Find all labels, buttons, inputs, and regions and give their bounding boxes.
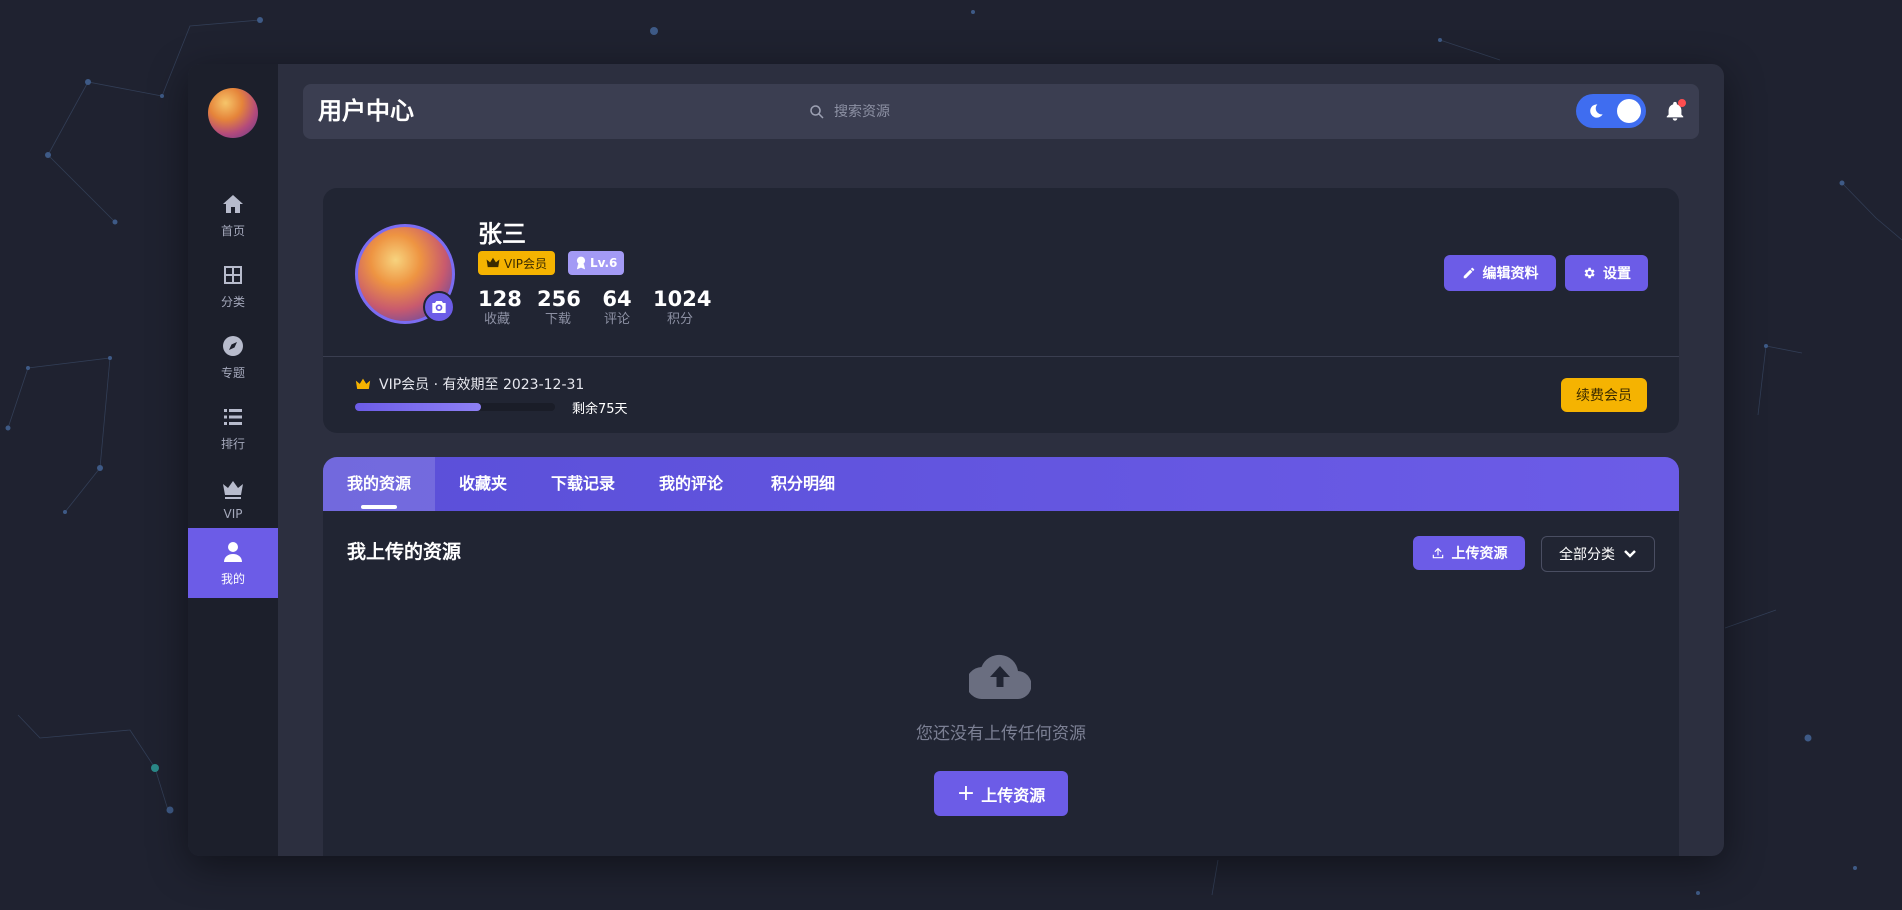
home-icon: [223, 194, 243, 213]
stat-points[interactable]: 1024 积分: [653, 287, 712, 329]
sidebar-item-mine[interactable]: 我的: [188, 528, 278, 598]
profile-card: 张三 VIP会员 Lv.6 128 收藏 256 下载 64 评论 1024 积…: [323, 188, 1679, 433]
upload-icon: [1432, 547, 1443, 559]
sidebar-item-vip[interactable]: VIP: [188, 464, 278, 534]
vip-progress-bar: [355, 403, 555, 411]
sidebar-item-label: VIP: [223, 507, 243, 521]
vip-status-text: VIP会员 · 有效期至 2023-12-31: [379, 377, 585, 393]
crown-icon: [486, 257, 500, 268]
stat-comments[interactable]: 64 评论: [599, 287, 635, 329]
app-window: 首页 分类 专题 排行 VIP 我的 用户中心 搜索资源 张三 VIP会员 Lv…: [188, 64, 1724, 856]
sidebar-avatar[interactable]: [208, 88, 258, 138]
stat-label: 积分: [666, 312, 693, 327]
tab-label: 下载记录: [550, 474, 615, 493]
medal-icon: [576, 256, 586, 270]
compass-icon: [223, 335, 243, 356]
stat-label: 评论: [603, 312, 630, 327]
tab-label: 我的资源: [346, 474, 411, 493]
plus-icon: +: [956, 780, 976, 806]
edit-profile-label: 编辑资料: [1482, 266, 1539, 282]
stat-downloads[interactable]: 256 下载: [537, 287, 581, 329]
divider: [323, 356, 1679, 357]
theme-toggle[interactable]: [1576, 94, 1646, 128]
section-title: 我上传的资源: [347, 541, 462, 563]
tab-comments[interactable]: 我的评论: [635, 457, 747, 511]
stat-favorites[interactable]: 128 收藏: [478, 287, 522, 329]
stat-value: 128: [478, 287, 522, 311]
sidebar-item-home[interactable]: 首页: [188, 180, 278, 250]
list-icon: [224, 408, 242, 425]
vip-remaining: 剩余75天: [572, 402, 628, 417]
edit-icon: [1463, 267, 1474, 279]
stat-label: 收藏: [483, 312, 510, 327]
vip-badge: VIP会员: [478, 251, 555, 275]
tab-label: 积分明细: [770, 474, 835, 493]
tab-label: 收藏夹: [458, 474, 507, 493]
stat-value: 64: [602, 287, 632, 311]
tab-active-indicator: [361, 505, 397, 509]
sidebar-item-label: 专题: [220, 365, 245, 380]
toggle-knob: [1617, 99, 1641, 123]
search-input[interactable]: [834, 104, 1054, 120]
stat-value: 1024: [653, 287, 712, 311]
sidebar-item-label: 我的: [220, 571, 245, 586]
moon-icon: [1590, 104, 1603, 118]
resources-card: 我的资源 收藏夹 下载记录 我的评论 积分明细 我上传的资源 上传资源 全部分类…: [323, 457, 1679, 856]
change-avatar-button[interactable]: [423, 291, 455, 323]
sidebar-item-ranking[interactable]: 排行: [188, 393, 278, 463]
sidebar-item-label: 分类: [220, 294, 245, 309]
vip-badge-label: VIP会员: [504, 256, 547, 271]
upload-resource-button[interactable]: 上传资源: [1413, 536, 1525, 570]
sidebar-item-category[interactable]: 分类: [188, 251, 278, 321]
grid-icon: [224, 265, 242, 284]
camera-icon: [432, 301, 446, 313]
edit-profile-button[interactable]: 编辑资料: [1444, 255, 1556, 291]
top-bar: 用户中心: [303, 84, 1699, 139]
empty-upload-button[interactable]: + 上传资源: [934, 771, 1068, 816]
gear-icon: [1584, 267, 1595, 279]
sidebar-item-topics[interactable]: 专题: [188, 322, 278, 392]
tab-bar: 我的资源 收藏夹 下载记录 我的评论 积分明细: [323, 457, 1679, 511]
category-select[interactable]: 全部分类: [1541, 536, 1655, 572]
sidebar-item-label: 排行: [220, 436, 245, 451]
main-content: 用户中心 张三 VIP会员: [278, 64, 1724, 856]
sidebar: 首页 分类 专题 排行 VIP 我的: [188, 64, 278, 856]
user-name: 张三: [478, 220, 526, 248]
upload-resource-label: 上传资源: [1451, 546, 1508, 562]
settings-label: 设置: [1603, 266, 1631, 282]
stat-label: 下载: [544, 312, 571, 327]
tab-favorites[interactable]: 收藏夹: [435, 457, 531, 511]
level-badge: Lv.6: [568, 251, 625, 275]
page-title: 用户中心: [318, 97, 414, 125]
level-badge-label: Lv.6: [590, 256, 618, 270]
crown-icon: [355, 378, 371, 389]
empty-upload-label: 上传资源: [981, 785, 1046, 805]
tab-downloads[interactable]: 下载记录: [531, 457, 635, 511]
settings-button[interactable]: 设置: [1565, 255, 1648, 291]
search-icon: [810, 105, 824, 119]
tab-points[interactable]: 积分明细: [747, 457, 859, 511]
renew-vip-button[interactable]: 续费会员: [1561, 378, 1647, 412]
user-icon: [224, 541, 242, 562]
vip-status: VIP会员 · 有效期至 2023-12-31: [355, 374, 584, 394]
stat-value: 256: [537, 287, 581, 311]
notification-button[interactable]: [1664, 99, 1686, 123]
tab-my-resources[interactable]: 我的资源: [323, 457, 435, 511]
vip-progress-fill: [355, 403, 481, 411]
notification-dot: [1678, 99, 1686, 107]
search-box[interactable]: [808, 99, 1068, 125]
tab-label: 我的评论: [658, 474, 723, 493]
cloud-upload-icon: [966, 653, 1032, 700]
sidebar-item-label: 首页: [220, 223, 245, 238]
empty-state-text: 您还没有上传任何资源: [916, 724, 1086, 744]
crown-icon: [223, 481, 243, 499]
chevron-down-icon: [1624, 550, 1636, 558]
category-select-label: 全部分类: [1559, 547, 1615, 563]
